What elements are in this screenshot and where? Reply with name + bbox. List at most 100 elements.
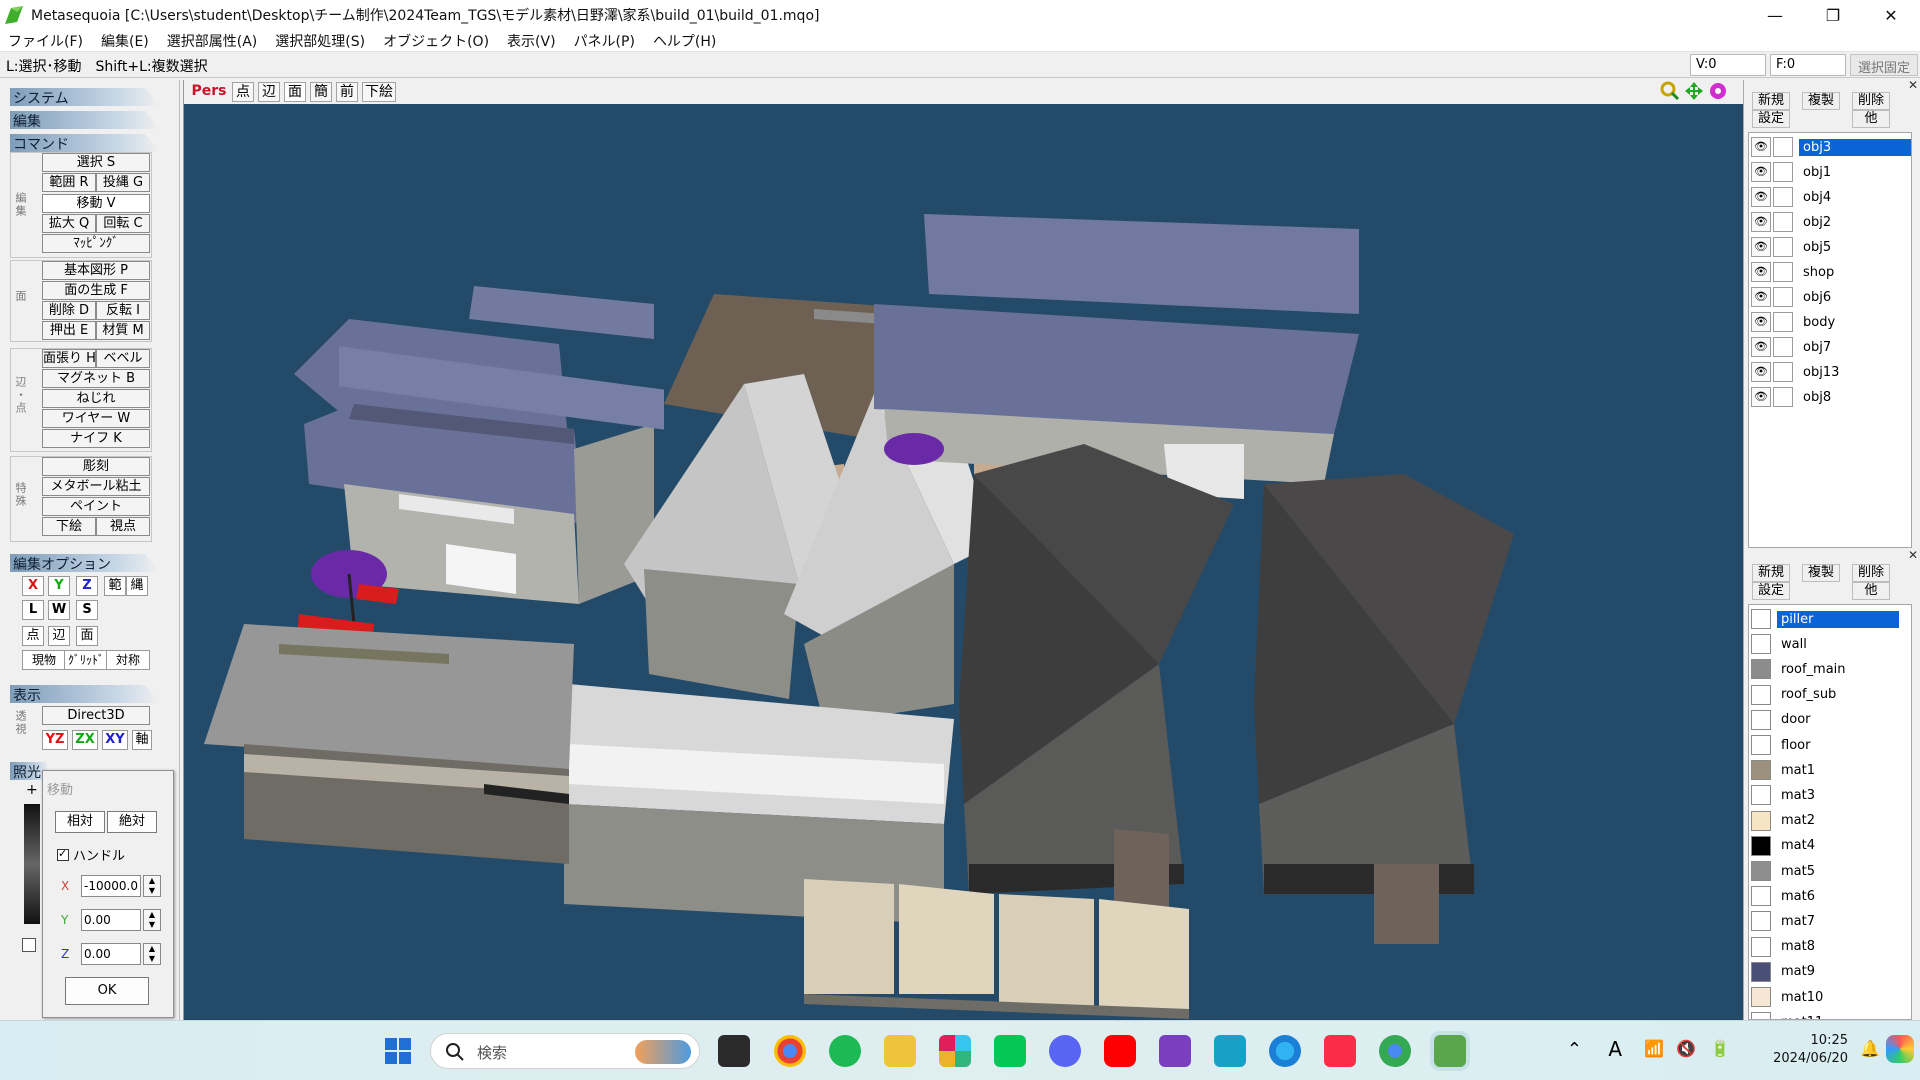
object-other-button[interactable]: 他	[1852, 110, 1890, 128]
extrude-button[interactable]: 押出 E	[42, 321, 96, 340]
move-button[interactable]: 移動 V	[42, 194, 150, 213]
rotate-view-icon[interactable]	[1708, 81, 1728, 101]
close-button[interactable]: ✕	[1862, 0, 1920, 30]
menu-object[interactable]: オブジェクト(O)	[383, 31, 489, 51]
edge-icon[interactable]	[1269, 1035, 1301, 1067]
range-button[interactable]: 範囲 R	[42, 173, 96, 192]
metaball-button[interactable]: メタボール粘土	[42, 477, 150, 496]
menu-selection-attributes[interactable]: 選択部属性(A)	[167, 31, 258, 51]
absolute-button[interactable]: 絶対	[107, 811, 157, 833]
material-settings-button[interactable]: 設定	[1752, 582, 1790, 600]
notification-bell-icon[interactable]: 🔔	[1860, 1039, 1880, 1058]
perspective-view-button[interactable]: Pers	[190, 82, 228, 102]
delete-button[interactable]: 削除 D	[42, 301, 96, 320]
current-object-option[interactable]: 現物	[22, 650, 66, 670]
material-row[interactable]: mat4	[1749, 834, 1899, 858]
local-option[interactable]: L	[22, 600, 44, 620]
x-spinner[interactable]: ▲ ▼	[143, 875, 161, 897]
handle-checkbox[interactable]: ハンドル	[57, 845, 125, 864]
building-blue-roof-right[interactable]	[874, 214, 1359, 499]
axis-x-toggle[interactable]: X	[22, 576, 44, 596]
lighting-add-button[interactable]: +	[26, 782, 38, 798]
relative-button[interactable]: 相対	[55, 811, 105, 833]
material-color-swatch[interactable]	[1751, 609, 1771, 629]
underlay-button[interactable]: 下絵	[42, 517, 96, 536]
object-row[interactable]: 👁 shop	[1749, 260, 1911, 284]
material-color-swatch[interactable]	[1751, 709, 1771, 730]
material-color-swatch[interactable]	[1751, 987, 1771, 1007]
ok-button[interactable]: OK	[65, 977, 149, 1005]
minimize-button[interactable]: —	[1746, 0, 1804, 30]
screen-option[interactable]: S	[76, 600, 98, 620]
eye-icon[interactable]: 👁	[1751, 337, 1771, 357]
object-row[interactable]: 👁 obj3	[1749, 135, 1911, 159]
material-row[interactable]: mat6	[1749, 884, 1899, 908]
material-color-swatch[interactable]	[1751, 936, 1771, 957]
axis-display-button[interactable]: 軸	[132, 730, 152, 750]
battery-icon[interactable]: 🔋	[1710, 1039, 1730, 1058]
face-option[interactable]: 面	[76, 626, 98, 646]
youtube-icon[interactable]	[1104, 1035, 1136, 1067]
axis-y-toggle[interactable]: Y	[48, 576, 70, 596]
lock-box[interactable]	[1773, 212, 1793, 232]
material-row[interactable]: mat3	[1749, 783, 1899, 807]
material-color-swatch[interactable]	[1751, 684, 1771, 705]
material-row[interactable]: mat7	[1749, 909, 1899, 933]
material-new-button[interactable]: 新規	[1752, 564, 1790, 582]
menu-help[interactable]: ヘルプ(H)	[653, 31, 716, 51]
material-duplicate-button[interactable]: 複製	[1802, 564, 1840, 582]
object-row[interactable]: 👁 obj2	[1749, 210, 1911, 234]
zoom-icon[interactable]	[1660, 81, 1680, 101]
eye-icon[interactable]: 👁	[1751, 312, 1771, 332]
rotate-button[interactable]: 回転 C	[96, 214, 150, 233]
music-icon[interactable]	[1324, 1035, 1356, 1067]
scene-canvas[interactable]	[184, 104, 1744, 1020]
material-row[interactable]: mat8	[1749, 935, 1899, 959]
edge-option[interactable]: 辺	[48, 626, 70, 646]
building-dark-roof-right[interactable]	[1254, 474, 1514, 944]
lock-box[interactable]	[1773, 262, 1793, 282]
object-row[interactable]: 👁 obj5	[1749, 235, 1911, 259]
copilot-icon[interactable]	[1886, 1035, 1914, 1063]
section-edit-options[interactable]: 編集オプション	[10, 554, 160, 572]
discord-icon[interactable]	[1049, 1035, 1081, 1067]
building-dark-roof-left[interactable]	[959, 444, 1234, 914]
lock-box[interactable]	[1773, 237, 1793, 257]
view-zx-button[interactable]: ZX	[72, 730, 98, 750]
lasso-button[interactable]: 投縄 G	[96, 173, 150, 192]
flip-button[interactable]: 反転 I	[96, 301, 150, 320]
object-row[interactable]: 👁 obj6	[1749, 285, 1911, 309]
ime-indicator[interactable]: A	[1608, 1037, 1622, 1061]
wire-button[interactable]: ワイヤー W	[42, 409, 150, 428]
lock-box[interactable]	[1773, 287, 1793, 307]
material-row[interactable]: piller	[1749, 607, 1899, 631]
material-color-swatch[interactable]	[1751, 861, 1771, 881]
z-value-input[interactable]: 0.00	[81, 943, 141, 965]
view-xy-button[interactable]: XY	[102, 730, 128, 750]
face-display-button[interactable]: 面	[284, 82, 306, 102]
material-color-swatch[interactable]	[1751, 961, 1771, 982]
object-row[interactable]: 👁 obj13	[1749, 360, 1911, 384]
primitive-button[interactable]: 基本図形 P	[42, 261, 150, 280]
point-option[interactable]: 点	[22, 626, 44, 646]
chrome-icon[interactable]	[774, 1035, 806, 1067]
task-view-icon[interactable]	[718, 1035, 750, 1067]
paint-button[interactable]: ペイント	[42, 497, 150, 516]
visual-studio-icon[interactable]	[1159, 1035, 1191, 1067]
pan-icon[interactable]	[1684, 81, 1704, 101]
edge-display-button[interactable]: 辺	[258, 82, 280, 102]
menu-view[interactable]: 表示(V)	[507, 31, 556, 51]
material-row[interactable]: roof_sub	[1749, 683, 1899, 707]
section-display[interactable]: 表示	[10, 685, 160, 703]
selection-lock-button[interactable]: 選択固定	[1850, 54, 1918, 76]
material-color-swatch[interactable]	[1751, 835, 1771, 856]
eye-icon[interactable]: 👁	[1751, 237, 1771, 257]
knife-button[interactable]: ナイフ K	[42, 429, 150, 448]
object-row[interactable]: 👁 obj7	[1749, 335, 1911, 359]
file-explorer-icon[interactable]	[884, 1035, 916, 1067]
eye-icon[interactable]: 👁	[1751, 262, 1771, 282]
y-value-input[interactable]: 0.00	[81, 909, 141, 931]
handle-checkbox-box[interactable]	[57, 847, 69, 861]
material-row[interactable]: mat1	[1749, 758, 1899, 782]
eye-icon[interactable]: 👁	[1751, 212, 1771, 232]
